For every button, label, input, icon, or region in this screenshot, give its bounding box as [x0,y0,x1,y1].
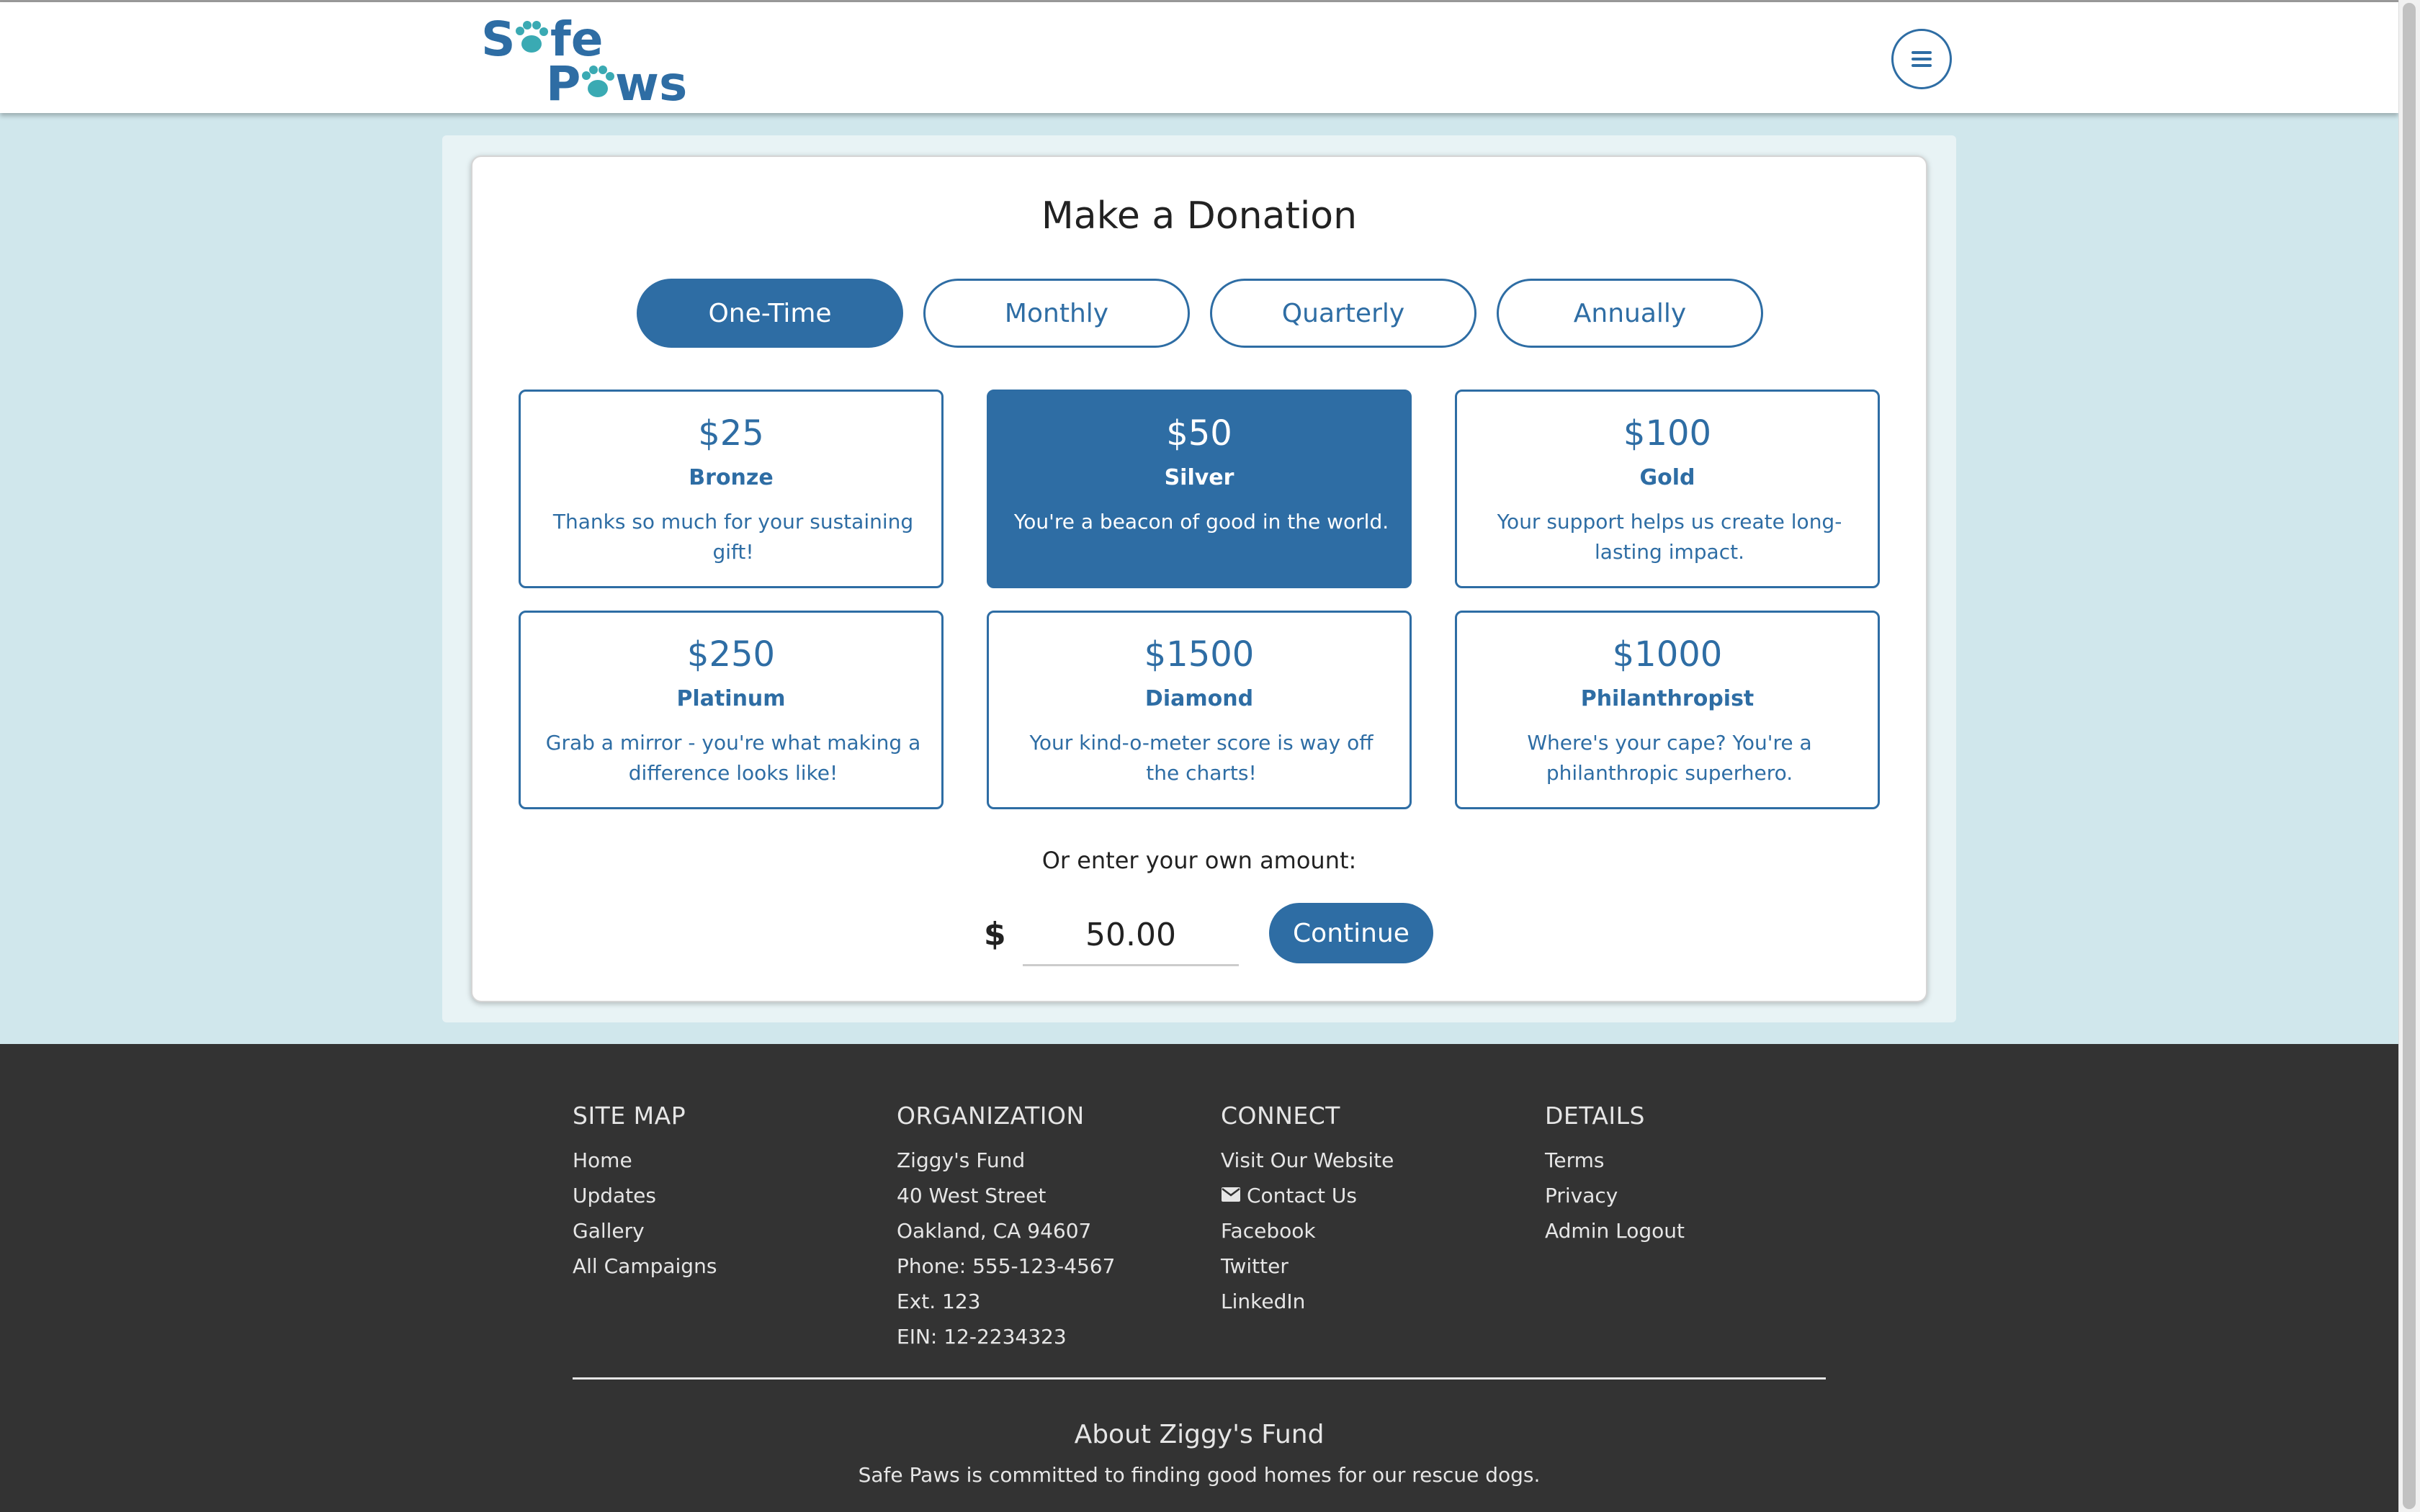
tier-card-platinum[interactable]: $250 Platinum Grab a mirror - you're wha… [519,611,944,809]
tier-name: Philanthropist [1580,686,1754,711]
tier-card-diamond[interactable]: $1500 Diamond Your kind-o-meter score is… [987,611,1412,809]
svg-text:ws: ws [615,56,686,104]
tier-message: Where's your cape? You're a philanthropi… [1527,731,1812,785]
tier-amount: $1000 [1612,634,1723,675]
continue-button[interactable]: Continue [1269,903,1433,963]
tier-name: Diamond [1144,686,1254,711]
own-amount-label: Or enter your own amount: [1041,847,1357,874]
tier-card-philanthropist[interactable]: $1000 Philanthropist Where's your cape? … [1455,611,1880,809]
tier-amount: $50 [1166,413,1232,454]
frequency-tab-annually[interactable]: Annually [1497,279,1763,348]
currency-symbol: $ [984,916,1006,953]
site-footer: SITE MAP Home Updates Gallery All Campai… [0,1044,2398,1512]
about-title: About Ziggy's Fund [1074,1420,1325,1449]
custom-amount-input[interactable] [1023,906,1239,966]
donation-card: Make a Donation One-Time Monthly Quarter… [471,156,1927,1002]
org-street: 40 West Street [897,1184,1047,1207]
tier-message: You're a beacon of good in the world. [1013,510,1389,534]
tier-name: Bronze [689,465,774,490]
footer-column-organization: ORGANIZATION Ziggy's Fund 40 West Street… [897,1102,1199,1354]
tier-amount: $100 [1623,413,1712,454]
org-name: Ziggy's Fund [897,1148,1026,1172]
footer-link-contact-us[interactable]: Contact Us [1221,1178,1523,1213]
footer-link-website[interactable]: Visit Our Website [1221,1143,1523,1178]
footer-heading: SITE MAP [573,1102,686,1130]
tier-message: Grab a mirror - you're what making a dif… [545,731,921,785]
org-phone: Phone: 555-123-4567 [897,1254,1116,1278]
footer-link-all-campaigns[interactable]: All Campaigns [573,1248,875,1284]
safe-paws-logo[interactable]: S fe P ws [481,12,687,112]
tier-name: Silver [1164,465,1234,490]
footer-link-facebook[interactable]: Facebook [1221,1213,1523,1248]
footer-column-site-map: SITE MAP Home Updates Gallery All Campai… [573,1102,875,1284]
envelope-icon [1222,1187,1240,1202]
frequency-tab-one-time[interactable]: One-Time [637,279,903,348]
org-ein: EIN: 12-2234323 [897,1325,1067,1349]
tier-message: Your kind-o-meter score is way off the c… [1029,731,1373,785]
footer-link-gallery[interactable]: Gallery [573,1213,875,1248]
tier-message: Thanks so much for your sustaining gift! [552,510,914,564]
footer-link-updates[interactable]: Updates [573,1178,875,1213]
footer-link-twitter[interactable]: Twitter [1221,1248,1523,1284]
footer-heading: ORGANIZATION [897,1102,1085,1130]
frequency-tab-monthly[interactable]: Monthly [923,279,1190,348]
footer-divider [573,1377,1826,1380]
tier-amount: $25 [698,413,764,454]
frequency-tab-quarterly[interactable]: Quarterly [1210,279,1476,348]
org-city: Oakland, CA 94607 [897,1219,1092,1243]
footer-column-connect: CONNECT Visit Our Website Contact Us Fac… [1221,1102,1523,1319]
site-header: S fe P ws [0,2,2398,113]
tier-amount: $1500 [1144,634,1255,675]
hamburger-menu-icon [1912,51,1932,67]
page-title: Make a Donation [1041,194,1358,238]
menu-button[interactable] [1891,29,1952,89]
about-text: Safe Paws is committed to finding good h… [858,1463,1541,1487]
tier-message: Your support helps us create long-lastin… [1497,510,1842,564]
tier-card-bronze[interactable]: $25 Bronze Thanks so much for your susta… [519,390,944,588]
footer-link-terms[interactable]: Terms [1545,1143,1847,1178]
footer-link-privacy[interactable]: Privacy [1545,1178,1847,1213]
scrollbar-thumb[interactable] [2403,3,2416,1509]
contact-us-label: Contact Us [1247,1184,1357,1207]
footer-link-linkedin[interactable]: LinkedIn [1221,1284,1523,1319]
footer-heading: CONNECT [1221,1102,1340,1130]
tier-amount: $250 [686,634,776,675]
org-extension: Ext. 123 [897,1290,981,1313]
footer-heading: DETAILS [1545,1102,1645,1130]
tier-card-gold[interactable]: $100 Gold Your support helps us create l… [1455,390,1880,588]
tier-card-silver[interactable]: $50 Silver You're a beacon of good in th… [987,390,1412,588]
svg-text:P: P [546,56,581,104]
footer-column-details: DETAILS Terms Privacy Admin Logout [1545,1102,1847,1248]
tier-name: Gold [1639,465,1695,490]
tier-name: Platinum [676,686,786,711]
footer-link-admin-logout[interactable]: Admin Logout [1545,1213,1847,1248]
footer-link-home[interactable]: Home [573,1143,875,1178]
svg-text:S: S [481,12,516,67]
